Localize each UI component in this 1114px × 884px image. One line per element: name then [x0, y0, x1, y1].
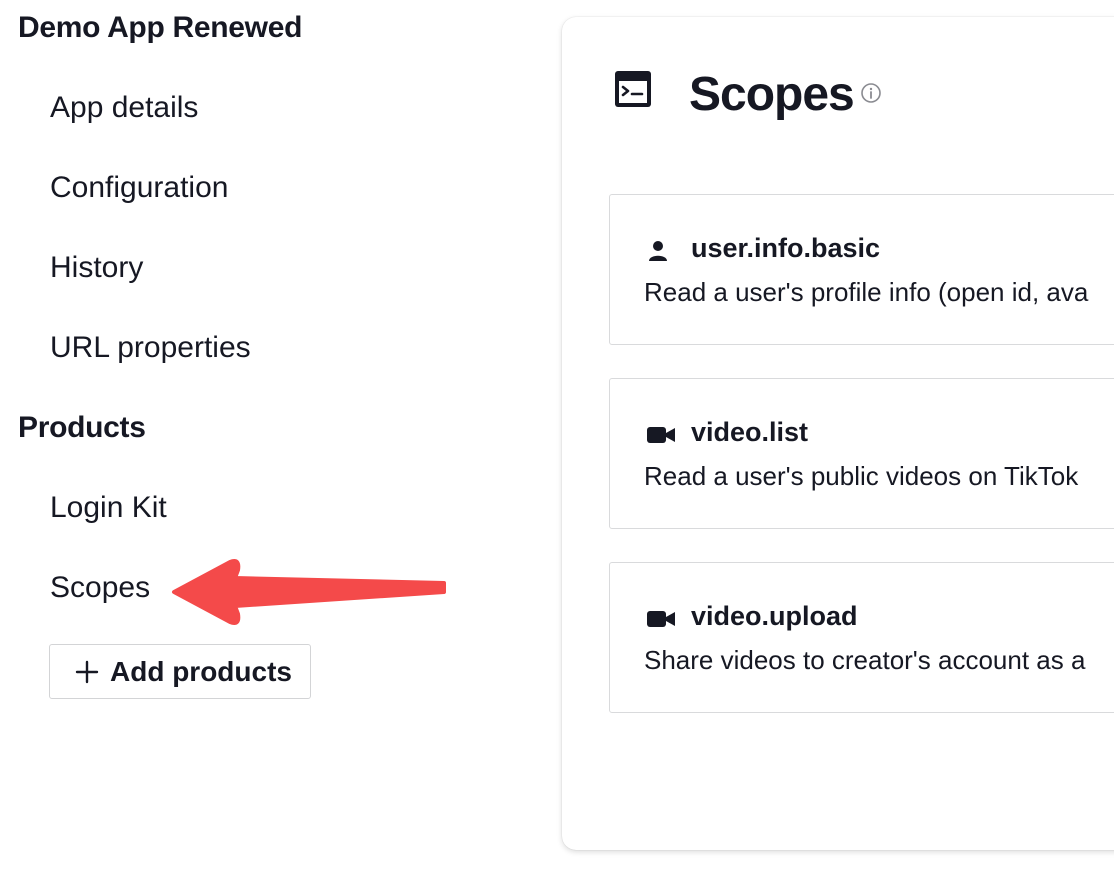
scope-description: Read a user's profile info (open id, ava [644, 277, 1089, 307]
sidebar: Demo App Renewed App details Configurati… [0, 0, 540, 884]
scope-name: user.info.basic [691, 233, 881, 263]
scope-card-video-upload: video.upload Share videos to creator's a… [609, 562, 1114, 713]
products-title: Products [18, 411, 146, 444]
scope-description: Share videos to creator's account as a [644, 645, 1086, 675]
terminal-window-icon [615, 71, 651, 107]
add-products-label: Add products [110, 655, 292, 687]
page-title: Scopes [689, 68, 855, 121]
sidebar-item-history[interactable]: History [50, 250, 143, 286]
scopes-card: Scopes user.info.basic Read a user's pro… [562, 17, 1114, 850]
sidebar-item-scopes[interactable]: Scopes [50, 570, 150, 606]
scope-card-user-info-basic: user.info.basic Read a user's profile in… [609, 194, 1114, 345]
scope-name: video.upload [691, 601, 858, 631]
sidebar-item-configuration[interactable]: Configuration [50, 170, 228, 206]
scope-card-video-list: video.list Read a user's public videos o… [609, 378, 1114, 529]
user-icon [649, 241, 667, 261]
sidebar-item-login-kit[interactable]: Login Kit [50, 490, 167, 526]
page: Demo App Renewed App details Configurati… [0, 0, 1114, 884]
app-title: Demo App Renewed [18, 11, 303, 44]
scope-name: video.list [691, 417, 809, 447]
scope-description: Read a user's public videos on TikTok [644, 461, 1079, 491]
video-camera-icon [647, 427, 675, 443]
add-products-button[interactable]: Add products [49, 644, 311, 699]
sidebar-item-url-properties[interactable]: URL properties [50, 330, 251, 366]
video-camera-icon [647, 611, 675, 627]
info-icon[interactable] [860, 82, 882, 104]
plus-icon [75, 660, 99, 683]
annotation-arrow-icon [172, 559, 446, 625]
sidebar-item-app-details[interactable]: App details [50, 90, 198, 126]
